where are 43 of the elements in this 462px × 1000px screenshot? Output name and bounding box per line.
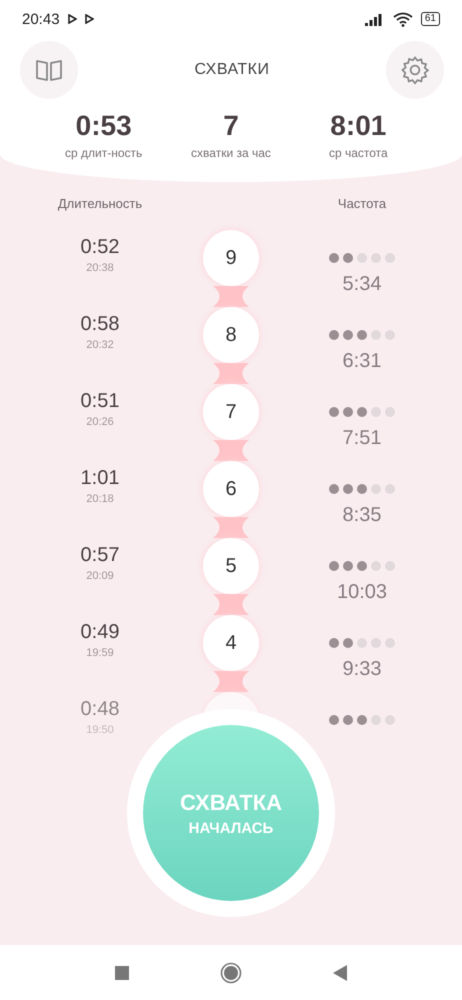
column-heading: Длительность	[56, 196, 144, 213]
book-icon	[36, 59, 62, 81]
duration-value: 0:52	[80, 236, 120, 259]
stat-label: ср длит-ность	[65, 146, 142, 160]
stat-label: ср частота	[328, 146, 388, 160]
frequency-value: 7:51	[342, 427, 382, 450]
start-time: 20:09	[86, 570, 114, 582]
frequency-value: 6:31	[342, 350, 382, 373]
start-time: 20:32	[86, 339, 114, 351]
start-time: 20:38	[86, 262, 114, 274]
start-time: 19:59	[86, 647, 114, 659]
duration-value: 1:01	[80, 467, 120, 490]
duration-value: 0:48	[80, 698, 120, 721]
home-icon[interactable]	[220, 962, 242, 984]
contraction-number: 7	[203, 384, 259, 440]
stat-label: схватки за час	[191, 146, 271, 160]
column-heading: Частота	[336, 196, 388, 213]
screen-title: СХВАТКИ	[194, 61, 270, 79]
contraction-start-button[interactable]: СХВАТКА НАЧАЛАСЬ	[143, 725, 319, 901]
stat-value: 0:53	[76, 110, 132, 142]
contraction-number: 8	[203, 307, 259, 363]
stat-value: 7	[223, 110, 239, 142]
battery-indicator: 61	[420, 12, 440, 26]
frequency-value: 9:33	[342, 658, 382, 681]
start-time: 20:18	[86, 493, 114, 505]
duration-value: 0:51	[80, 390, 120, 413]
start-time: 20:26	[86, 416, 114, 428]
duration-value: 0:57	[80, 544, 120, 567]
contraction-number: 4	[203, 615, 259, 671]
contraction-number: 6	[203, 461, 259, 517]
wifi-icon	[392, 12, 413, 26]
duration-value: 0:58	[80, 313, 120, 336]
frequency-value: 5:34	[342, 273, 382, 296]
contraction-number: 9	[203, 230, 259, 286]
back-icon[interactable]	[332, 964, 347, 980]
stat-value: 8:01	[330, 110, 386, 142]
status-time: 20:43	[22, 10, 60, 28]
duration-value: 0:49	[80, 621, 120, 644]
frequency-value: 10:03	[336, 581, 388, 604]
contraction-number: 5	[203, 538, 259, 594]
frequency-value: 8:35	[342, 504, 382, 527]
recents-icon[interactable]	[115, 966, 130, 980]
settings-icon	[400, 55, 430, 85]
